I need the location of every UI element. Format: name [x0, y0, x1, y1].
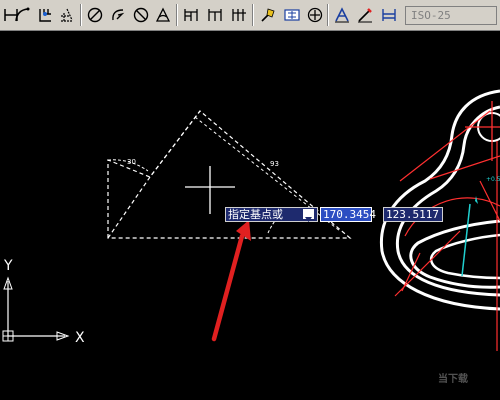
jogged-dim-icon[interactable] [85, 5, 105, 25]
ordinate-dim-icon[interactable] [35, 5, 55, 25]
diameter-dim-icon[interactable] [108, 5, 128, 25]
dim-style-manager-icon[interactable] [379, 5, 399, 25]
ucs-x-label: X [75, 330, 85, 346]
leader-icon[interactable] [229, 5, 249, 25]
toolbar-separator [80, 4, 82, 26]
watermark-text: 当下载 [438, 374, 468, 385]
center-mark-icon[interactable] [282, 5, 302, 25]
toolbar-separator [176, 4, 178, 26]
prompt-text: 指定基点或 [228, 208, 283, 221]
toolbar-separator [327, 4, 329, 26]
svg-text:93: 93 [270, 160, 279, 168]
dim-edit-icon[interactable] [305, 5, 325, 25]
watermark: 当下载 [438, 370, 498, 398]
dim-update-icon[interactable] [355, 5, 375, 25]
quick-dim-icon[interactable] [153, 5, 173, 25]
toolbar-separator [252, 4, 254, 26]
ucs-icon: Y X [2, 258, 85, 346]
y-coordinate-input[interactable]: 123.5117 [383, 207, 443, 222]
angular-dim-icon[interactable] [131, 5, 151, 25]
continue-dim-icon[interactable] [205, 5, 225, 25]
baseline-dim-icon[interactable] [181, 5, 201, 25]
prompt-options-icon[interactable] [303, 209, 314, 222]
dim-style-dropdown[interactable]: ISO-25 [405, 6, 497, 25]
dim-text-edit-icon[interactable] [332, 5, 352, 25]
svg-text:30: 30 [127, 158, 136, 166]
arc-length-icon[interactable] [12, 5, 32, 25]
x-coordinate-input[interactable]: 170.3454 [320, 207, 376, 222]
tolerance-icon[interactable] [258, 5, 278, 25]
svg-text:+0.5: +0.5 [486, 176, 500, 183]
radius-dim-icon[interactable] [57, 5, 77, 25]
ucs-y-label: Y [3, 258, 13, 274]
dimension-toolbar: ISO-25 [0, 0, 500, 31]
